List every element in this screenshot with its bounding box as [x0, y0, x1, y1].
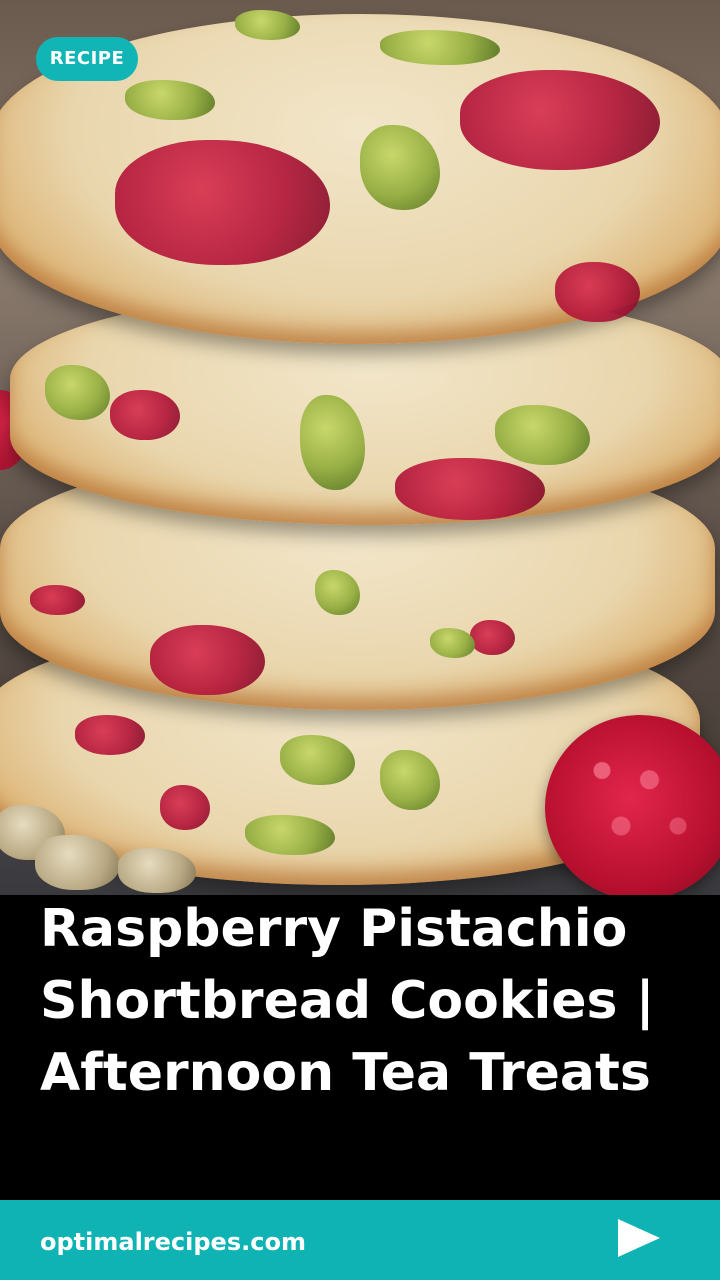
footer-bar[interactable]: optimalrecipes.com [0, 1200, 720, 1280]
recipe-badge: RECIPE [36, 37, 138, 81]
recipe-pin-card[interactable]: RECIPE Raspberry Pistachio Shortbread Co… [0, 0, 720, 1280]
title-line-2: Shortbread Cookies | [40, 971, 655, 1031]
raspberry-piece [150, 625, 265, 695]
raspberry-piece [470, 620, 515, 655]
title-line-3: Afternoon Tea Treats [40, 1043, 651, 1103]
pistachio-piece [235, 10, 300, 40]
recipe-title[interactable]: Raspberry Pistachio Shortbread Cookies |… [40, 893, 700, 1109]
raspberry-piece [110, 390, 180, 440]
whole-raspberry [545, 715, 720, 895]
raspberry-piece [395, 458, 545, 520]
title-line-1: Raspberry Pistachio [40, 899, 628, 959]
raspberry-piece [75, 715, 145, 755]
raspberry-piece [115, 140, 330, 265]
pistachio-shell [118, 848, 196, 893]
raspberry-piece [30, 585, 85, 615]
cookie-stack-photo [0, 0, 720, 895]
play-arrow-icon[interactable] [618, 1219, 660, 1257]
raspberry-piece [555, 262, 640, 322]
raspberry-piece [460, 70, 660, 170]
site-link[interactable]: optimalrecipes.com [40, 1200, 306, 1280]
raspberry-piece [160, 785, 210, 830]
